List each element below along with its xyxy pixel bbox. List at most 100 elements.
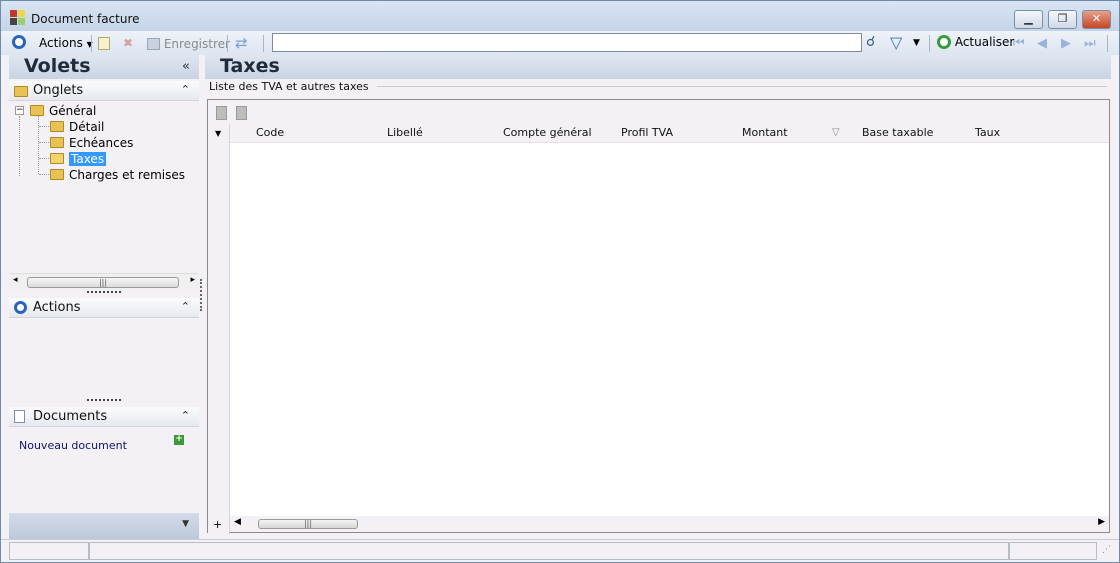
column-header-libelle[interactable]: Libellé bbox=[387, 126, 423, 144]
volets-title: Volets bbox=[24, 55, 91, 77]
refresh-icon bbox=[937, 35, 951, 49]
tree-node-label: Echéances bbox=[69, 136, 134, 150]
edit-row-icon[interactable] bbox=[236, 106, 247, 120]
document-facture-window: Document facture ▁ ❐ ✕ Actions ▼ ✖ Enreg… bbox=[0, 0, 1120, 563]
collapse-panel-icon[interactable]: « bbox=[182, 59, 190, 74]
group-box-border bbox=[377, 86, 1107, 87]
last-record-icon[interactable]: ⏭ bbox=[1084, 36, 1096, 51]
scroll-right-icon[interactable]: ▸ bbox=[190, 275, 195, 285]
search-icon[interactable]: ☌ bbox=[866, 34, 875, 50]
toolbar-separator bbox=[263, 35, 264, 52]
resize-grip-icon[interactable]: ⋰ bbox=[1102, 545, 1111, 555]
scroll-right-icon[interactable]: ▶ bbox=[1098, 517, 1105, 527]
documents-section-header[interactable]: Documents ⌃ bbox=[9, 407, 199, 427]
onglets-section-title: Onglets bbox=[33, 83, 84, 98]
actions-menu-icon bbox=[12, 35, 26, 49]
scrollbar-thumb[interactable]: ||| bbox=[258, 519, 358, 529]
save-icon bbox=[147, 38, 160, 50]
status-cell bbox=[89, 542, 1009, 560]
taxes-header: Taxes bbox=[205, 55, 1111, 79]
grid-toolbar bbox=[208, 100, 1109, 124]
close-button[interactable]: ✕ bbox=[1082, 10, 1111, 29]
tree-horizontal-scrollbar[interactable]: ◂ ||| ▸ bbox=[9, 273, 199, 290]
group-box-label: Liste des TVA et autres taxes bbox=[209, 80, 371, 93]
filter-dropdown-icon[interactable]: ▼ bbox=[913, 38, 920, 48]
main-toolbar: Actions ▼ ✖ Enregistrer ⇄ ☌ ▽ ▼ Actualis… bbox=[1, 31, 1119, 55]
column-header-profil-tva[interactable]: Profil TVA bbox=[621, 126, 673, 144]
tree-expander-icon[interactable]: − bbox=[15, 106, 24, 115]
taxes-grid[interactable]: ▼ + Code Libellé Compte général Profil T… bbox=[207, 99, 1110, 534]
save-label: Enregistrer bbox=[163, 37, 230, 51]
new-document-link[interactable]: Nouveau document bbox=[19, 439, 127, 452]
tree-node-detail[interactable]: Détail bbox=[50, 120, 104, 134]
column-chooser-icon[interactable]: ▼ bbox=[215, 129, 221, 138]
add-row-icon[interactable] bbox=[216, 106, 227, 120]
tree-node-general[interactable]: Général bbox=[30, 104, 96, 118]
new-icon[interactable] bbox=[98, 37, 110, 53]
volets-header: Volets « bbox=[9, 55, 199, 79]
column-header-code[interactable]: Code bbox=[256, 126, 284, 144]
folder-icon bbox=[30, 105, 44, 116]
actions-section-title: Actions bbox=[33, 300, 81, 315]
filter-icon[interactable]: ▽ bbox=[890, 33, 902, 52]
folder-icon bbox=[50, 137, 64, 148]
actions-menu-label: Actions bbox=[39, 36, 83, 50]
folder-icon bbox=[50, 121, 64, 132]
document-icon bbox=[14, 410, 25, 426]
restore-button[interactable]: ❐ bbox=[1048, 10, 1077, 29]
previous-record-icon[interactable]: ◀ bbox=[1037, 36, 1047, 51]
minimize-button[interactable]: ▁ bbox=[1014, 10, 1043, 29]
column-header-montant[interactable]: Montant bbox=[742, 126, 788, 144]
vertical-splitter-grip[interactable] bbox=[200, 279, 202, 311]
documents-section-title: Documents bbox=[33, 409, 108, 424]
expand-down-icon[interactable]: ▼ bbox=[182, 519, 189, 529]
toolbar-separator bbox=[1107, 35, 1108, 52]
toolbar-separator bbox=[227, 35, 228, 52]
tree-node-label: Charges et remises bbox=[69, 168, 185, 182]
scroll-left-icon[interactable]: ◂ bbox=[13, 275, 18, 285]
splitter-grip[interactable] bbox=[87, 399, 121, 402]
add-new-row-icon[interactable]: + bbox=[213, 518, 222, 531]
scrollbar-thumb[interactable]: ||| bbox=[27, 277, 179, 288]
tree-node-echeances[interactable]: Echéances bbox=[50, 136, 133, 150]
refresh-button[interactable]: Actualiser bbox=[937, 35, 1014, 49]
actions-menu-button[interactable]: Actions ▼ bbox=[39, 36, 93, 50]
collapse-section-icon[interactable]: ⌃ bbox=[181, 409, 190, 422]
taxes-panel: Taxes Liste des TVA et autres taxes ▼ + … bbox=[205, 55, 1111, 539]
collapse-section-icon[interactable]: ⌃ bbox=[181, 83, 190, 96]
status-cell bbox=[1009, 542, 1097, 560]
search-input[interactable] bbox=[273, 34, 861, 51]
grid-horizontal-scrollbar[interactable]: ◀ ||| ▶ bbox=[230, 516, 1109, 532]
folder-icon bbox=[14, 85, 28, 99]
onglets-section-header[interactable]: Onglets ⌃ bbox=[9, 81, 199, 101]
status-cell bbox=[9, 542, 89, 560]
column-header-base-taxable[interactable]: Base taxable bbox=[862, 126, 933, 144]
add-document-icon[interactable]: + bbox=[174, 435, 184, 445]
save-button[interactable]: Enregistrer bbox=[147, 37, 230, 51]
first-record-icon[interactable]: ⏮ bbox=[1013, 36, 1025, 51]
toolbar-separator bbox=[929, 35, 930, 52]
splitter-grip[interactable] bbox=[87, 291, 121, 294]
actions-section-header[interactable]: Actions ⌃ bbox=[9, 298, 199, 318]
collapse-section-icon[interactable]: ⌃ bbox=[181, 300, 190, 313]
search-field[interactable] bbox=[272, 33, 862, 52]
open-folder-icon bbox=[50, 153, 64, 164]
sync-icon[interactable]: ⇄ bbox=[235, 34, 248, 52]
toolbar-separator bbox=[91, 35, 92, 52]
sort-indicator-icon: ▽ bbox=[832, 127, 840, 138]
tree-node-taxes[interactable]: Taxes bbox=[50, 152, 107, 166]
tree-node-label: Général bbox=[49, 104, 97, 118]
delete-icon[interactable]: ✖ bbox=[123, 36, 133, 50]
actions-icon bbox=[14, 301, 27, 317]
title-bar: Document facture ▁ ❐ ✕ bbox=[1, 1, 1119, 31]
column-header-compte-general[interactable]: Compte général bbox=[503, 126, 592, 144]
scroll-left-icon[interactable]: ◀ bbox=[234, 517, 241, 527]
tree-node-charges-remises[interactable]: Charges et remises bbox=[50, 168, 185, 182]
next-record-icon[interactable]: ▶ bbox=[1061, 36, 1071, 51]
volets-panel: Volets « Onglets ⌃ − Général Détail Eché… bbox=[9, 55, 199, 539]
volets-footer: ▼ bbox=[9, 513, 199, 539]
tree-node-label: Taxes bbox=[69, 152, 107, 166]
column-header-taux[interactable]: Taux bbox=[975, 126, 1000, 144]
refresh-label: Actualiser bbox=[954, 35, 1015, 49]
status-bar: ⋰ bbox=[1, 539, 1119, 562]
